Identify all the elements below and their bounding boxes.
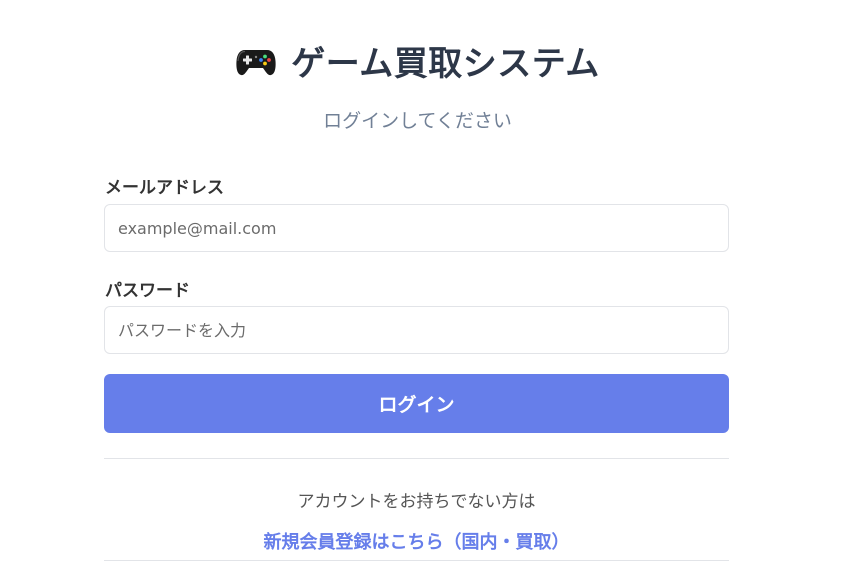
page-title: ゲーム買取システム [291,44,600,84]
login-page: ゲーム買取システム ログインしてください メールアドレス パスワード ログイン … [0,0,865,586]
register-link[interactable]: 新規会員登録はこちら（国内・買取） [104,528,729,554]
password-label: パスワード [105,281,190,301]
game-controller-icon [235,44,277,78]
page-subtitle: ログインしてください [323,110,512,132]
email-field[interactable] [104,204,729,252]
bottom-divider [104,560,729,561]
divider [104,458,729,459]
header: ゲーム買取システム [0,36,835,85]
no-account-text: アカウントをお持ちでない方は [297,492,536,512]
password-field[interactable] [104,306,729,354]
email-label: メールアドレス [105,178,224,198]
login-button[interactable]: ログイン [104,374,729,433]
